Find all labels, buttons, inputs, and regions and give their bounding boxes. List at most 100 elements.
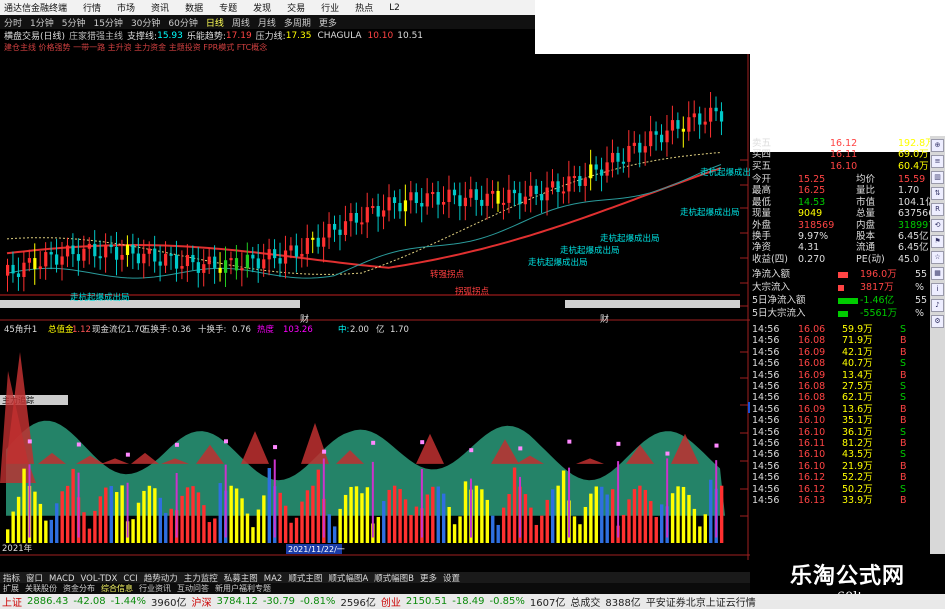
chart-icon[interactable]: ▥	[931, 171, 944, 184]
ind-header-item: 2.00	[350, 325, 369, 335]
tf-multi[interactable]: 多周期	[280, 16, 315, 29]
tick-row-cell: 14:56	[752, 403, 780, 415]
extension-tab[interactable]: 互动问答	[177, 584, 209, 593]
ind-bar	[55, 503, 59, 543]
zoom-icon[interactable]: ⊕	[931, 139, 944, 152]
sz-label[interactable]: 沪深	[191, 594, 211, 609]
ind-bar	[529, 507, 533, 543]
extension-tab[interactable]: 关联股份	[25, 584, 57, 593]
ind-bar	[294, 517, 299, 543]
star-icon[interactable]: ☆	[931, 251, 944, 264]
ind-bar	[398, 489, 402, 543]
tf-day[interactable]: 日线	[202, 16, 228, 29]
ind-pink-marker	[174, 442, 179, 447]
flow-row-cell: 3817万	[860, 282, 894, 293]
mid-label-b: 财	[600, 313, 609, 325]
ind-bar	[213, 518, 217, 543]
tf-month[interactable]: 月线	[254, 16, 280, 29]
tf-1m[interactable]: 1分钟	[26, 16, 58, 29]
candle	[278, 258, 282, 264]
ind-bar	[360, 493, 364, 543]
menu-item[interactable]: 市场	[117, 1, 135, 14]
main-chart[interactable]: 16.0015.0014.0013.0012.0011.0010.007.006…	[0, 54, 750, 574]
ind-bar	[589, 493, 593, 543]
menu-item[interactable]: 热点	[355, 1, 373, 14]
tf-60m[interactable]: 60分钟	[164, 16, 201, 29]
tick-row-cell: 16.11	[798, 438, 826, 449]
tick-row: 14:56 16.09 42.1万 B	[750, 347, 930, 358]
candle	[164, 253, 168, 266]
tf-30m[interactable]: 30分钟	[127, 16, 164, 29]
candle	[572, 176, 576, 179]
menu-item[interactable]: L2	[389, 3, 400, 13]
info-name2: CHAGULA	[317, 30, 362, 41]
cy-label[interactable]: 创业	[381, 594, 401, 609]
bell-icon[interactable]: ♪	[931, 299, 944, 312]
extension-tab[interactable]: 新用户福利专题	[215, 584, 271, 593]
tick-row-cell: 14:56	[752, 358, 780, 370]
tf-more[interactable]: 更多	[315, 16, 341, 29]
candle	[343, 221, 348, 235]
tf-tick[interactable]: 分时	[0, 16, 26, 29]
menu-item[interactable]: 资讯	[151, 1, 169, 14]
menu-item[interactable]: 专题	[219, 1, 237, 14]
ind-bar	[240, 498, 244, 543]
menu-item[interactable]: 交易	[287, 1, 305, 14]
extension-tab[interactable]: 综合信息	[101, 584, 133, 593]
info-icon[interactable]: i	[931, 283, 944, 296]
candle	[425, 193, 429, 207]
tf-15m[interactable]: 15分钟	[89, 16, 126, 29]
server-name[interactable]: 平安证券北京上证云行情	[646, 594, 756, 609]
ind-bar	[403, 499, 408, 543]
sh-label[interactable]: 上证	[2, 594, 22, 609]
extension-tab[interactable]: 资金分布	[63, 584, 95, 593]
candle	[60, 256, 64, 265]
tick-row: 14:56 16.10 36.1万 S	[750, 427, 930, 438]
flag-icon[interactable]: ⚑	[931, 235, 944, 248]
tick-row-cell: B	[900, 403, 907, 415]
ind-header-item: 十换手:	[198, 324, 226, 335]
ind-bar	[251, 527, 255, 543]
candle	[136, 253, 140, 264]
tick-row: 14:56 16.11 81.2万 B	[750, 438, 930, 449]
pressure-label: 压力线:	[255, 32, 286, 42]
support-band	[0, 300, 300, 308]
grid-icon[interactable]: ▦	[931, 267, 944, 280]
list-icon[interactable]: ≡	[931, 155, 944, 168]
sync-icon[interactable]: ⟲	[931, 219, 944, 232]
tick-row-cell: 14:56	[752, 392, 780, 404]
indicator-tabs: 指标 窗口 MACD VOL-TDX CCI 趋势动力 主力监控 私募主图 MA2 顺式主图 顺式幅…	[0, 572, 750, 584]
quote-row-cell: 6.45亿	[898, 231, 929, 242]
extension-tab[interactable]: 行业资讯	[139, 584, 171, 593]
tick-row-cell: 14:56	[752, 426, 780, 438]
candle	[507, 189, 511, 203]
ind-bar	[501, 507, 506, 543]
menu-item[interactable]: 发现	[253, 1, 271, 14]
ind-bar	[534, 524, 539, 543]
tick-row-cell: 14:56	[752, 324, 780, 335]
ask4-row: 买四 16.11 69.0万	[750, 149, 930, 160]
settings-icon[interactable]: ⚙	[931, 315, 944, 328]
tf-5m[interactable]: 5分钟	[58, 16, 90, 29]
tick-row-cell: 14:56	[752, 346, 780, 358]
candle	[703, 121, 707, 125]
menu-item[interactable]: 行业	[321, 1, 339, 14]
menu-item[interactable]: 数据	[185, 1, 203, 14]
menu-item[interactable]: 行情	[83, 1, 101, 14]
cy-pct: -0.85%	[489, 596, 525, 607]
tf-week[interactable]: 周线	[228, 16, 254, 29]
extension-tab[interactable]: 扩展	[3, 584, 19, 593]
price-annotation: 拐弧拐点	[455, 286, 490, 297]
quote-row-cell: 318569	[798, 219, 835, 231]
flow-icon[interactable]: ⇅	[931, 187, 944, 200]
ind-bar	[382, 501, 386, 543]
rsi-icon[interactable]: R	[931, 203, 944, 216]
ind-bar	[278, 492, 282, 543]
ind-bar	[115, 492, 119, 543]
flow-row-cell: 196.0万	[860, 269, 897, 280]
sz-pct: -0.81%	[300, 596, 336, 607]
ind-bar	[245, 513, 250, 543]
quote-row-cell: 16.25	[798, 185, 826, 197]
candle	[256, 258, 260, 269]
candle	[458, 195, 462, 207]
